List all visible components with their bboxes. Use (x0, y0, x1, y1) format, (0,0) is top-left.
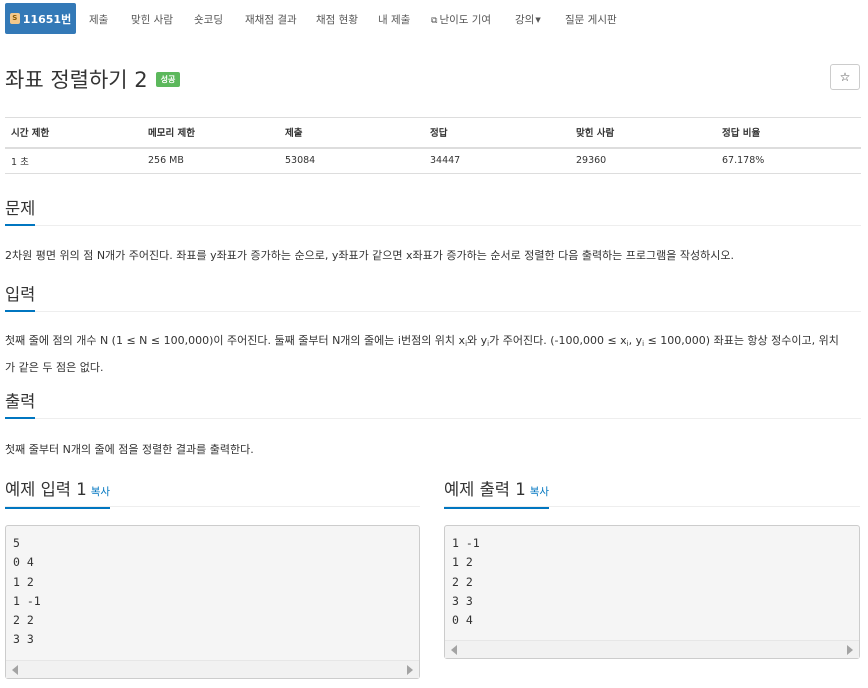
nav-lectures-dropdown[interactable]: 강의▼ (515, 12, 541, 27)
sample-input-heading: 예제 입력 1 복사 (5, 479, 111, 509)
sample-output-content: 1 -1 1 2 2 2 3 3 0 4 (452, 536, 480, 628)
header-submissions: 제출 (279, 117, 424, 149)
cell-accepted: 34447 (424, 147, 570, 174)
cell-time-limit: 1 초 (5, 147, 142, 174)
output-description: 첫째 줄부터 N개의 줄에 점을 정렬한 결과를 출력한다. (5, 443, 254, 456)
caret-down-icon: ▼ (535, 16, 541, 24)
cell-memory-limit: 256 MB (142, 147, 279, 174)
nav-short-coding[interactable]: 숏코딩 (194, 12, 223, 27)
output-heading: 출력 (5, 391, 36, 419)
input-text-c: 가 주어진다. (-100,000 ≤ x (489, 334, 627, 347)
sample-output-box[interactable]: 1 -1 1 2 2 2 3 3 0 4 (444, 525, 860, 659)
problem-title: 좌표 정렬하기 2 (5, 68, 148, 92)
nav-difficulty-label: 난이도 기여 (439, 14, 492, 26)
input-heading: 입력 (5, 284, 36, 312)
input-section-header: 입력 (5, 284, 861, 312)
output-section-header: 출력 (5, 391, 861, 419)
sample-input-title: 예제 입력 1 (5, 480, 87, 499)
problem-info-table: 시간 제한 메모리 제한 제출 정답 맞힌 사람 정답 비율 1 초 256 M… (5, 117, 861, 174)
scroll-left-arrow-icon[interactable] (12, 665, 18, 675)
sample-input-box[interactable]: 5 0 4 1 2 1 -1 2 2 3 3 (5, 525, 420, 679)
sample-output-header: 예제 출력 1 복사 (444, 479, 860, 509)
copy-sample-input-link[interactable]: 복사 (91, 486, 110, 498)
cell-submissions: 53084 (279, 147, 424, 174)
nav-difficulty-contribution[interactable]: ⧉ 난이도 기여 (431, 12, 491, 27)
nav-judge-status[interactable]: 채점 현황 (316, 12, 358, 27)
external-link-icon: ⧉ (431, 16, 438, 26)
input-text-a: 첫째 줄에 점의 개수 N (1 ≤ N ≤ 100,000)이 주어진다. 둘… (5, 334, 466, 347)
nav-rejudge-results[interactable]: 재채점 결과 (245, 12, 297, 27)
header-time-limit: 시간 제한 (5, 117, 142, 149)
problem-title-row: 좌표 정렬하기 2 성공 (5, 64, 181, 94)
sample-input-header: 예제 입력 1 복사 (5, 479, 420, 509)
nav-solved-users[interactable]: 맞힌 사람 (131, 12, 173, 27)
header-accept-ratio: 정답 비율 (716, 117, 861, 149)
copy-sample-output-link[interactable]: 복사 (530, 486, 549, 498)
info-table-header-row: 시간 제한 메모리 제한 제출 정답 맞힌 사람 정답 비율 (5, 117, 861, 149)
favorite-star-button[interactable]: ☆ (830, 64, 860, 90)
sample-input-content: 5 0 4 1 2 1 -1 2 2 3 3 (13, 536, 41, 647)
input-text-b: 와 y (467, 334, 488, 347)
cell-solved-users: 29360 (570, 147, 716, 174)
nav-lectures-label: 강의 (515, 14, 535, 26)
problem-number-label: 11651번 (22, 12, 72, 26)
sample-output-scrollbar[interactable] (445, 640, 859, 658)
problem-number-tab[interactable]: S 11651번 (5, 3, 76, 34)
problem-nav: S 11651번 제출 맞힌 사람 숏코딩 재채점 결과 채점 현황 내 제출 … (0, 0, 868, 36)
status-badge: 성공 (155, 71, 181, 87)
header-solved-users: 맞힌 사람 (570, 117, 716, 149)
header-memory-limit: 메모리 제한 (142, 117, 279, 149)
sample-input-scrollbar[interactable] (6, 660, 419, 678)
nav-my-submissions[interactable]: 내 제출 (378, 12, 410, 27)
nav-question-board[interactable]: 질문 게시판 (565, 12, 617, 27)
sample-output-heading: 예제 출력 1 복사 (444, 479, 550, 509)
sample-output-title: 예제 출력 1 (444, 480, 526, 499)
input-text-d: , y (628, 334, 643, 347)
cell-accept-ratio: 67.178% (716, 147, 861, 174)
description-heading: 문제 (5, 198, 36, 226)
scroll-right-arrow-icon[interactable] (847, 645, 853, 655)
input-description: 첫째 줄에 점의 개수 N (1 ≤ N ≤ 100,000)이 주어진다. 둘… (5, 329, 861, 379)
input-line-2: 가 같은 두 점은 없다. (5, 361, 104, 374)
info-table-row: 1 초 256 MB 53084 34447 29360 67.178% (5, 147, 861, 174)
nav-submit[interactable]: 제출 (89, 12, 108, 27)
description-section-header: 문제 (5, 198, 861, 226)
silver-tier-icon: S (9, 13, 20, 24)
scroll-right-arrow-icon[interactable] (407, 665, 413, 675)
input-line-1: 첫째 줄에 점의 개수 N (1 ≤ N ≤ 100,000)이 주어진다. 둘… (5, 329, 861, 356)
header-accepted: 정답 (424, 117, 570, 149)
description-text: 2차원 평면 위의 점 N개가 주어진다. 좌표를 y좌표가 증가하는 순으로,… (5, 249, 734, 262)
star-icon: ☆ (839, 70, 851, 84)
scroll-left-arrow-icon[interactable] (451, 645, 457, 655)
input-text-e: ≤ 100,000) 좌표는 항상 정수이고, 위치 (644, 334, 839, 347)
